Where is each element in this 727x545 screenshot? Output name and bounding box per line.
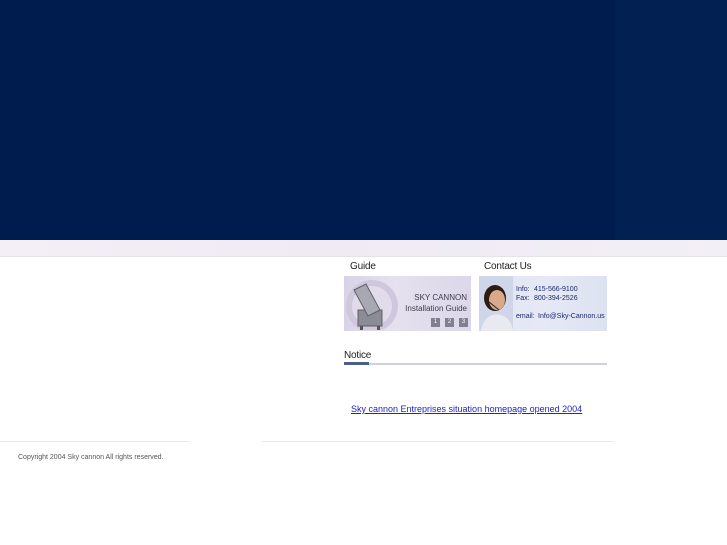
guide-page-2-button[interactable]: 2 [445, 318, 454, 327]
notice-item-link[interactable]: Sky cannon Entreprises situation homepag… [351, 404, 582, 414]
sky-cannon-machine-icon [346, 280, 398, 330]
contact-email-address[interactable]: Info@Sky-Cannon.us [538, 313, 605, 320]
contact-info-label: Info: [516, 286, 530, 293]
notice-section-title: Notice [344, 350, 372, 361]
notice-underline [344, 363, 607, 365]
guide-page-1-button[interactable]: 1 [431, 318, 440, 327]
footer-rule-right [262, 441, 614, 442]
divider-band [0, 240, 727, 256]
copyright-text: Copyright 2004 Sky cannon All rights res… [18, 454, 164, 461]
installation-guide-card[interactable]: SKY CANNON Installation Guide 1 2 3 [344, 276, 471, 331]
contact-card: Info: 415-566-9100 Fax: 800-394-2526 ema… [479, 276, 607, 331]
guide-page-3-button[interactable]: 3 [459, 318, 468, 327]
guide-card-title: SKY CANNON [414, 293, 467, 302]
contact-email-label: email: [516, 313, 535, 320]
hero-banner-right-panel [615, 0, 727, 240]
contact-fax-number: 800-394-2526 [534, 295, 578, 302]
contact-fax-label: Fax: [516, 295, 530, 302]
contact-section-title: Contact Us [484, 261, 532, 272]
guide-card-subtitle: Installation Guide [405, 304, 467, 313]
support-agent-photo [479, 276, 513, 331]
notice-underline-accent [344, 362, 369, 365]
divider-line [0, 256, 727, 257]
contact-info-phone: 415-566-9100 [534, 286, 578, 293]
footer-rule-left [0, 441, 190, 442]
guide-section-title: Guide [350, 261, 376, 272]
